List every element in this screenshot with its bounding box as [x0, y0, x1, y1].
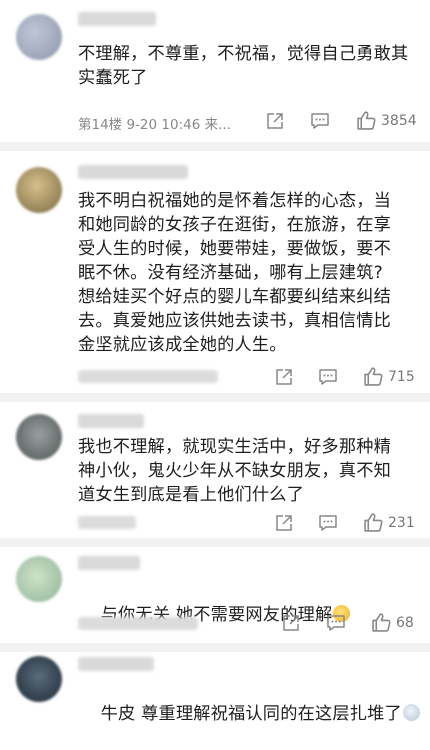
divider — [0, 643, 430, 652]
comment-text: 我不明白祝福她的是怀着怎样的心态，当 和她同龄的女孩子在逛街，在旅游，在享 受人… — [78, 191, 391, 355]
avatar[interactable] — [16, 167, 62, 213]
share-icon — [267, 113, 283, 129]
comment-meta — [78, 617, 198, 630]
username[interactable] — [78, 414, 144, 428]
comment-item: 我也不理解，就现实生活中，好多那种精 神小伙，鬼火少年从不缺女朋友，真不知 道女… — [0, 402, 430, 537]
reply-button[interactable] — [318, 513, 338, 533]
comment-item: 与你无关 她不需要网友的理解 68 — [0, 547, 430, 643]
comment-text: 不理解，不尊重，不祝福，觉得自己勇敢其 实蠢死了 — [78, 44, 409, 88]
divider — [0, 142, 430, 151]
comment-meta — [78, 370, 218, 383]
reply-button[interactable] — [318, 367, 338, 387]
avatar[interactable] — [16, 656, 62, 702]
username[interactable] — [78, 165, 188, 179]
divider — [0, 538, 430, 547]
divider — [0, 393, 430, 402]
share-button[interactable] — [274, 367, 294, 387]
comment-icon — [319, 515, 337, 531]
like-icon — [364, 367, 383, 386]
like-count: 715 — [388, 368, 415, 385]
comment-item: 牛皮 尊重理解祝福认同的在这层扎堆了 — [0, 652, 430, 724]
like-count: 3854 — [381, 112, 417, 129]
comment-meta: 第14楼 9-20 10:46 来... — [78, 117, 231, 133]
like-icon — [357, 111, 376, 130]
avatar[interactable] — [16, 414, 62, 460]
share-button[interactable] — [274, 513, 294, 533]
username[interactable] — [78, 556, 140, 570]
avatar[interactable] — [16, 556, 62, 602]
reply-button[interactable] — [310, 111, 330, 131]
reply-button[interactable] — [326, 613, 346, 633]
like-button[interactable]: 231 — [363, 512, 415, 533]
comment-icon — [319, 369, 337, 385]
comment-icon — [327, 615, 345, 631]
share-button[interactable] — [265, 111, 285, 131]
comment-icon — [311, 113, 329, 129]
like-count: 68 — [396, 614, 414, 631]
like-button[interactable]: 68 — [371, 612, 414, 633]
avatar[interactable] — [16, 14, 62, 60]
worried-face-emoji — [402, 704, 420, 721]
like-count: 231 — [388, 514, 415, 531]
comment-text-content: 牛皮 尊重理解祝福认同的在这层扎堆了 — [100, 704, 402, 724]
share-icon — [276, 369, 292, 385]
comment-text: 牛皮 尊重理解祝福认同的在这层扎堆了 — [78, 678, 423, 750]
share-icon — [283, 615, 299, 631]
comment-text: 我也不理解，就现实生活中，好多那种精 神小伙，鬼火少年从不缺女朋友，真不知 道女… — [78, 437, 391, 505]
like-icon — [372, 613, 391, 632]
like-button[interactable]: 715 — [363, 366, 415, 387]
like-button[interactable]: 3854 — [356, 110, 417, 131]
username[interactable] — [78, 657, 154, 671]
username[interactable] — [78, 12, 156, 26]
comment-meta — [78, 516, 136, 529]
comment-item: 不理解，不尊重，不祝福，觉得自己勇敢其 实蠢死了 第14楼 9-20 10:46… — [0, 0, 430, 146]
share-icon — [276, 515, 292, 531]
comment-item: 我不明白祝福她的是怀着怎样的心态，当 和她同龄的女孩子在逛街，在旅游，在享 受人… — [0, 151, 430, 396]
like-icon — [364, 513, 383, 532]
share-button[interactable] — [281, 613, 301, 633]
